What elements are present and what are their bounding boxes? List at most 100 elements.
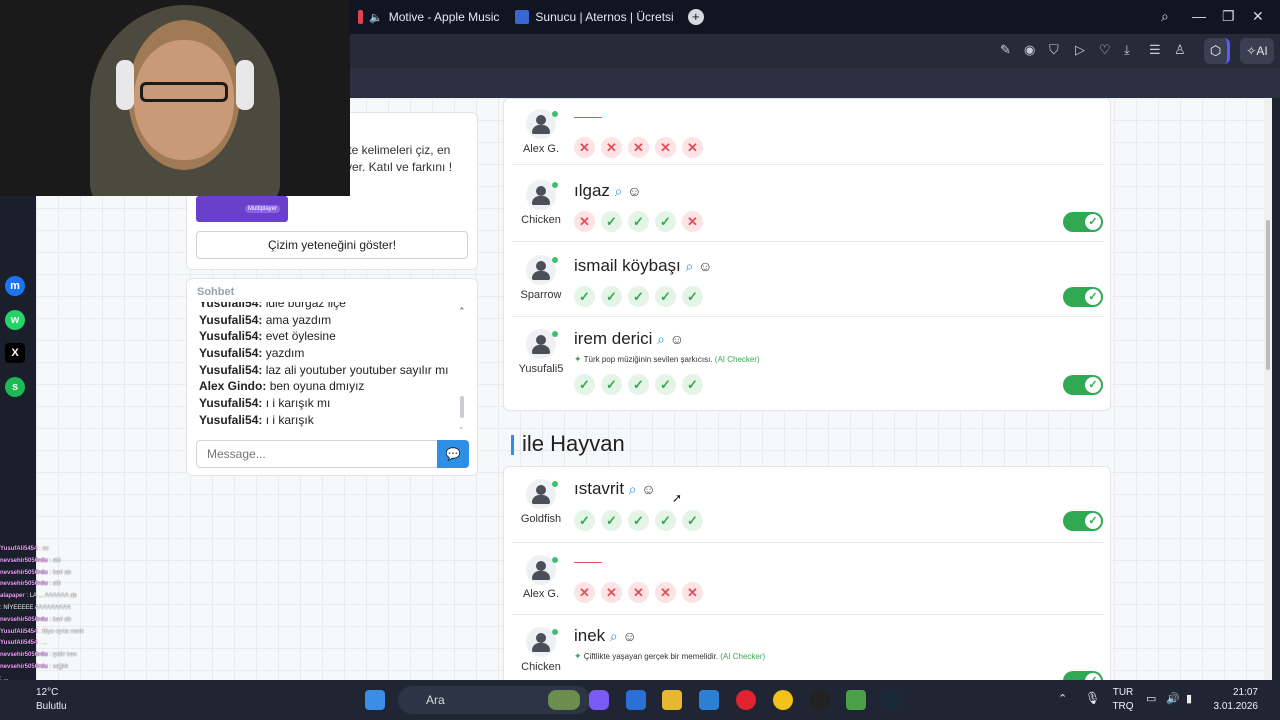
minimize-icon[interactable]: —	[1192, 8, 1206, 24]
vote-no-icon[interactable]: ✕	[628, 137, 649, 158]
vote-no-icon[interactable]: ✕	[682, 137, 703, 158]
cube-icon[interactable]: ⬡	[1204, 38, 1230, 64]
weather-widget[interactable]: 12°C Bulutlu	[36, 686, 67, 714]
tab-aternos[interactable]: Sunucu | Aternos | Ücretsi	[507, 0, 681, 34]
messenger-icon[interactable]: m	[5, 276, 25, 296]
edit-icon[interactable]: ✎	[1000, 42, 1011, 58]
camera-icon[interactable]: ◉	[1024, 42, 1035, 58]
opera-icon[interactable]	[736, 690, 756, 710]
vote-yes-icon[interactable]: ✓	[682, 374, 703, 395]
page-scrollbar[interactable]	[1264, 98, 1272, 680]
search-icon[interactable]: ⌕	[686, 258, 694, 274]
vote-yes-icon[interactable]: ✓	[574, 374, 595, 395]
vote-yes-icon[interactable]: ✓	[574, 510, 595, 531]
search-icon[interactable]: ⌕	[610, 628, 618, 644]
microphone-icon[interactable]: 🎙	[1085, 691, 1100, 705]
emoji-add-icon[interactable]: ☺	[670, 331, 684, 347]
vote-no-icon[interactable]: ✕	[601, 582, 622, 603]
vote-yes-icon[interactable]: ✓	[628, 510, 649, 531]
vote-yes-icon[interactable]: ✓	[628, 374, 649, 395]
online-dot	[552, 629, 558, 635]
answer-word: inek ⌕ ☺	[574, 626, 637, 646]
windows-start-icon[interactable]	[365, 690, 385, 710]
file-explorer-icon[interactable]	[662, 690, 682, 710]
menu-icon[interactable]: ☰	[1149, 42, 1161, 58]
chat-message: Yusufali54: evet öylesine	[199, 329, 461, 346]
vote-no-icon[interactable]: ✕	[682, 582, 703, 603]
vote-yes-icon[interactable]: ✓	[601, 510, 622, 531]
maximize-icon[interactable]: ❐	[1222, 8, 1235, 25]
stream-chat-text: ...	[42, 640, 48, 647]
vote-no-icon[interactable]: ✕	[601, 137, 622, 158]
chat-scroll-down-icon[interactable]: ⌄	[458, 422, 465, 431]
vote-yes-icon[interactable]: ✓	[655, 211, 676, 232]
new-tab-button[interactable]: +	[687, 9, 704, 25]
draw-skill-button[interactable]: Çizim yeteneğini göster!	[196, 231, 468, 259]
accept-toggle[interactable]	[1063, 287, 1103, 307]
chrome-icon[interactable]	[773, 690, 793, 710]
accept-toggle[interactable]	[1063, 212, 1103, 232]
search-tabs-icon[interactable]: ⌕	[1161, 8, 1169, 25]
copilot-icon[interactable]	[589, 690, 609, 710]
search-icon[interactable]: ⌕	[657, 331, 665, 347]
sparkle-icon: ✦	[574, 354, 582, 364]
emoji-add-icon[interactable]: ☺	[623, 628, 637, 644]
vote-yes-icon[interactable]: ✓	[601, 211, 622, 232]
network-icon[interactable]: ▭	[1146, 692, 1156, 705]
close-icon[interactable]: ✕	[1252, 8, 1264, 25]
download-icon[interactable]: ⤓	[1124, 42, 1130, 58]
vote-yes-icon[interactable]: ✓	[601, 286, 622, 307]
spotify-icon[interactable]: s	[5, 377, 25, 397]
vote-no-icon[interactable]: ✕	[574, 211, 595, 232]
vote-yes-icon[interactable]: ✓	[628, 286, 649, 307]
vote-no-icon[interactable]: ✕	[682, 211, 703, 232]
accept-toggle[interactable]	[1063, 511, 1103, 531]
minecraft-icon[interactable]	[846, 690, 866, 710]
emoji-add-icon[interactable]: ☺	[641, 481, 655, 497]
vote-no-icon[interactable]: ✕	[574, 582, 595, 603]
chevron-up-icon[interactable]: ⌃	[1058, 692, 1067, 705]
vote-yes-icon[interactable]: ✓	[682, 510, 703, 531]
shield-icon[interactable]: ⛉	[1049, 42, 1059, 58]
play-icon[interactable]: ▷	[1075, 42, 1085, 58]
vote-yes-icon[interactable]: ✓	[574, 286, 595, 307]
vote-yes-icon[interactable]: ✓	[655, 286, 676, 307]
profile-icon[interactable]: ♙	[1174, 42, 1186, 58]
vote-no-icon[interactable]: ✕	[574, 137, 595, 158]
answer-text: inek	[574, 626, 606, 645]
x-icon[interactable]: X	[5, 343, 25, 363]
vote-no-icon[interactable]: ✕	[655, 137, 676, 158]
chat-input[interactable]	[196, 440, 438, 468]
volume-icon[interactable]: 🔊	[1166, 692, 1180, 705]
tab-apple-music[interactable]: 🔈 Motive - Apple Music	[350, 0, 507, 34]
accept-toggle[interactable]	[1063, 375, 1103, 395]
ai-button[interactable]: ✧AI	[1240, 38, 1274, 64]
vote-yes-icon[interactable]: ✓	[628, 211, 649, 232]
obs-icon[interactable]	[810, 690, 830, 710]
chat-scroll-up-icon[interactable]: ⌃	[458, 306, 466, 317]
vote-no-icon[interactable]: ✕	[628, 582, 649, 603]
steam-icon[interactable]	[882, 690, 902, 710]
vote-yes-icon[interactable]: ✓	[601, 374, 622, 395]
language-indicator[interactable]: TUR TRQ	[1112, 686, 1134, 714]
stream-chat-text: as	[42, 546, 49, 552]
chat-send-button[interactable]: 💬	[437, 440, 469, 468]
whatsapp-icon[interactable]: w	[5, 310, 25, 330]
search-icon[interactable]: ⌕	[629, 481, 637, 497]
vote-yes-icon[interactable]: ✓	[682, 286, 703, 307]
vote-yes-icon[interactable]: ✓	[655, 510, 676, 531]
search-icon[interactable]: ⌕	[615, 183, 623, 199]
category-title: ile Hayvan	[522, 431, 625, 456]
vote-no-icon[interactable]: ✕	[655, 582, 676, 603]
vscode-icon[interactable]	[699, 690, 719, 710]
page-scroll-thumb[interactable]	[1266, 220, 1270, 370]
battery-icon[interactable]: ▮	[1186, 692, 1192, 705]
chat-scrollbar[interactable]	[460, 396, 464, 418]
emoji-add-icon[interactable]: ☺	[698, 258, 712, 274]
emoji-add-icon[interactable]: ☺	[627, 183, 641, 199]
clock[interactable]: 21:07 3.01.2026	[1212, 686, 1259, 714]
heart-icon[interactable]: ♡	[1099, 42, 1111, 58]
vote-yes-icon[interactable]: ✓	[655, 374, 676, 395]
store-icon[interactable]	[626, 690, 646, 710]
send-icon: 💬	[445, 447, 461, 461]
